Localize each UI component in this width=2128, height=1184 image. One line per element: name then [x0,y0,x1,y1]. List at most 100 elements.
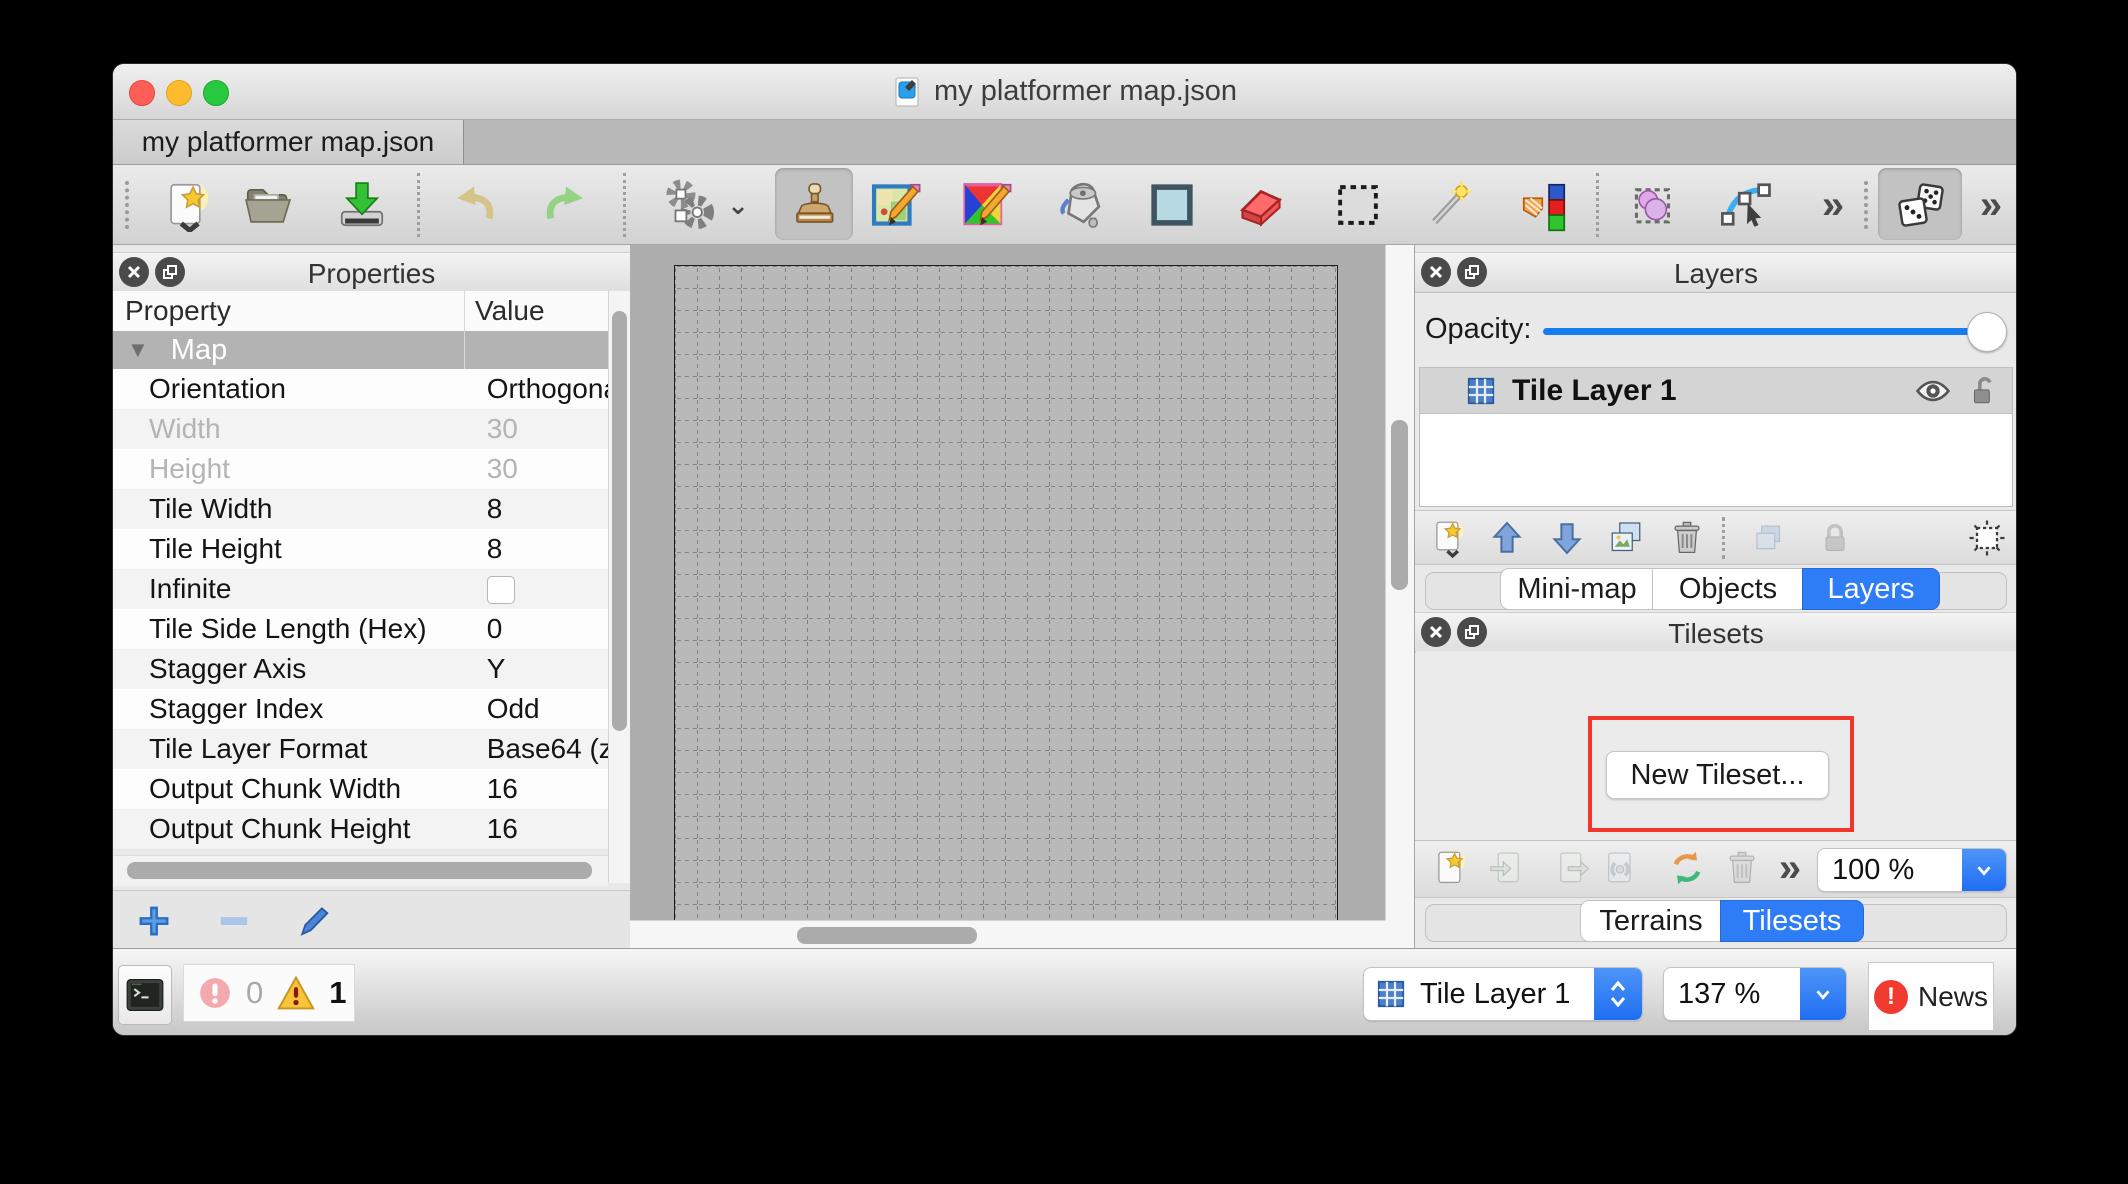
lower-layer-button[interactable] [1545,516,1589,560]
dropdown-cap[interactable] [1800,968,1846,1020]
property-row-tile-side-length[interactable]: Tile Side Length (Hex)0 [113,609,608,650]
bucket-fill-tool[interactable] [1054,177,1110,233]
tileset-overflow-button[interactable]: » [1770,846,1810,890]
property-row-width[interactable]: Width30 [113,409,608,450]
property-row-output-chunk-width[interactable]: Output Chunk Width16 [113,769,608,810]
layer-row-tile-layer-1[interactable]: Tile Layer 1 [1420,368,2012,414]
shape-fill-terrain-tool[interactable] [959,177,1015,233]
new-tileset-toolbar-button[interactable] [1430,846,1474,890]
automapping-button[interactable] [658,177,722,233]
tab-objects[interactable]: Objects [1652,568,1804,610]
news-label: News [1918,981,1988,1013]
undo-button[interactable] [446,177,502,233]
issue-counter[interactable]: 0 1 [183,964,355,1022]
toolbar-overflow-button[interactable]: » [1808,177,1858,233]
property-row-output-chunk-height[interactable]: Output Chunk Height16 [113,809,608,850]
rectangular-select-tool[interactable] [1330,177,1386,233]
edit-polygons-tool[interactable] [1718,177,1774,233]
opacity-slider-track[interactable] [1543,328,1995,335]
remove-property-icon[interactable] [213,900,255,942]
export-tileset-button[interactable] [1550,846,1594,890]
random-mode-button[interactable] [1892,177,1948,233]
canvas-hscrollbar-track[interactable] [630,920,1385,950]
dropdown-cap[interactable] [1594,968,1642,1020]
tab-terrains[interactable]: Terrains [1580,900,1722,942]
duplicate-layer-button[interactable] [1604,516,1648,560]
new-map-button[interactable] [160,177,216,233]
zoom-select[interactable]: 137 % [1663,967,1847,1021]
gears-icon [661,176,719,234]
tileset-zoom-select[interactable]: 100 % [1817,848,2007,892]
properties-scrollbar-track[interactable] [608,291,631,883]
property-row-height[interactable]: Height30 [113,449,608,490]
opacity-slider-knob[interactable] [1967,312,2007,352]
property-row-tile-width[interactable]: Tile Width8 [113,489,608,530]
map-canvas[interactable] [674,265,1338,922]
infinite-checkbox[interactable] [487,576,515,604]
layer-unlocked-icon[interactable] [1966,374,2000,408]
tab-mini-map[interactable]: Mini-map [1500,568,1654,610]
highlight-current-layer-button[interactable] [1965,516,2009,560]
dropdown-cap[interactable] [1962,849,2006,891]
new-layer-button[interactable] [1428,516,1472,560]
layer-visibility-icon[interactable] [1914,372,1952,410]
map-group-row[interactable]: ▼ Map [113,331,608,369]
layer-select[interactable]: Tile Layer 1 [1363,967,1643,1021]
delete-layer-button[interactable] [1665,516,1709,560]
properties-hscrollbar-track[interactable] [113,855,608,886]
warning-icon [277,975,315,1011]
zoom-window-button[interactable] [203,80,229,106]
reload-tileset-button[interactable] [1665,846,1709,890]
lock-layer-button[interactable] [1813,516,1857,560]
add-property-icon[interactable] [133,900,175,942]
toolbar-handle[interactable] [1864,181,1868,229]
document-tab[interactable]: my platformer map.json [113,120,464,164]
tilesets-header: Tilesets [1415,612,2016,653]
embed-tileset-button[interactable] [1485,846,1529,890]
tab-layers[interactable]: Layers [1802,568,1940,610]
magic-wand-tool[interactable] [1420,177,1476,233]
canvas-vscrollbar-thumb[interactable] [1391,420,1408,590]
edit-tileset-button[interactable] [1598,846,1642,890]
canvas-vscrollbar-track[interactable] [1385,245,1415,920]
property-row-stagger-axis[interactable]: Stagger AxisY [113,649,608,690]
delete-tileset-button[interactable] [1720,846,1764,890]
shape-fill-tool[interactable] [1144,177,1200,233]
same-tile-select-tool[interactable] [1516,177,1572,233]
news-button[interactable]: ! News [1868,962,1994,1031]
disclosure-triangle-icon[interactable]: ▼ [127,337,149,363]
close-window-button[interactable] [129,80,155,106]
property-row-stagger-index[interactable]: Stagger IndexOdd [113,689,608,730]
property-row-tile-layer-format[interactable]: Tile Layer FormatBase64 (zlib compressed… [113,729,608,770]
stamp-brush-tool[interactable] [786,177,842,233]
error-icon [198,976,232,1010]
properties-scrollbar-thumb[interactable] [612,311,627,731]
console-button[interactable] [118,965,172,1025]
news-badge-icon: ! [1874,980,1908,1014]
new-tileset-button[interactable]: New Tileset... [1606,751,1829,799]
save-button[interactable] [334,177,390,233]
show-hide-layers-button[interactable] [1748,516,1792,560]
open-file-button[interactable] [240,177,296,233]
canvas-hscrollbar-thumb[interactable] [797,927,977,944]
property-row-infinite[interactable]: Infinite [113,569,608,610]
toolbar-overflow-button[interactable]: » [1966,177,2016,233]
layer-list[interactable]: Tile Layer 1 [1419,367,2013,507]
trash-icon [1722,848,1762,888]
toolbar-handle[interactable] [125,181,129,229]
select-objects-tool[interactable] [1627,177,1683,233]
redo-button[interactable] [538,177,594,233]
tab-tilesets[interactable]: Tilesets [1720,900,1864,942]
property-row-tile-height[interactable]: Tile Height8 [113,529,608,570]
edit-property-icon[interactable] [293,900,335,942]
eraser-tool[interactable] [1233,177,1289,233]
property-row-orientation[interactable]: OrientationOrthogonal [113,369,608,410]
automapping-menu-arrow[interactable]: ⌄ [721,177,755,233]
new-tileset-label: New Tileset... [1630,759,1804,792]
property-label: Output Chunk Height [113,809,477,849]
properties-hscrollbar-thumb[interactable] [127,862,592,879]
minimize-window-button[interactable] [166,80,192,106]
terrain-brush-tool[interactable] [868,177,924,233]
raise-layer-button[interactable] [1485,516,1529,560]
property-label: Height [113,449,477,489]
